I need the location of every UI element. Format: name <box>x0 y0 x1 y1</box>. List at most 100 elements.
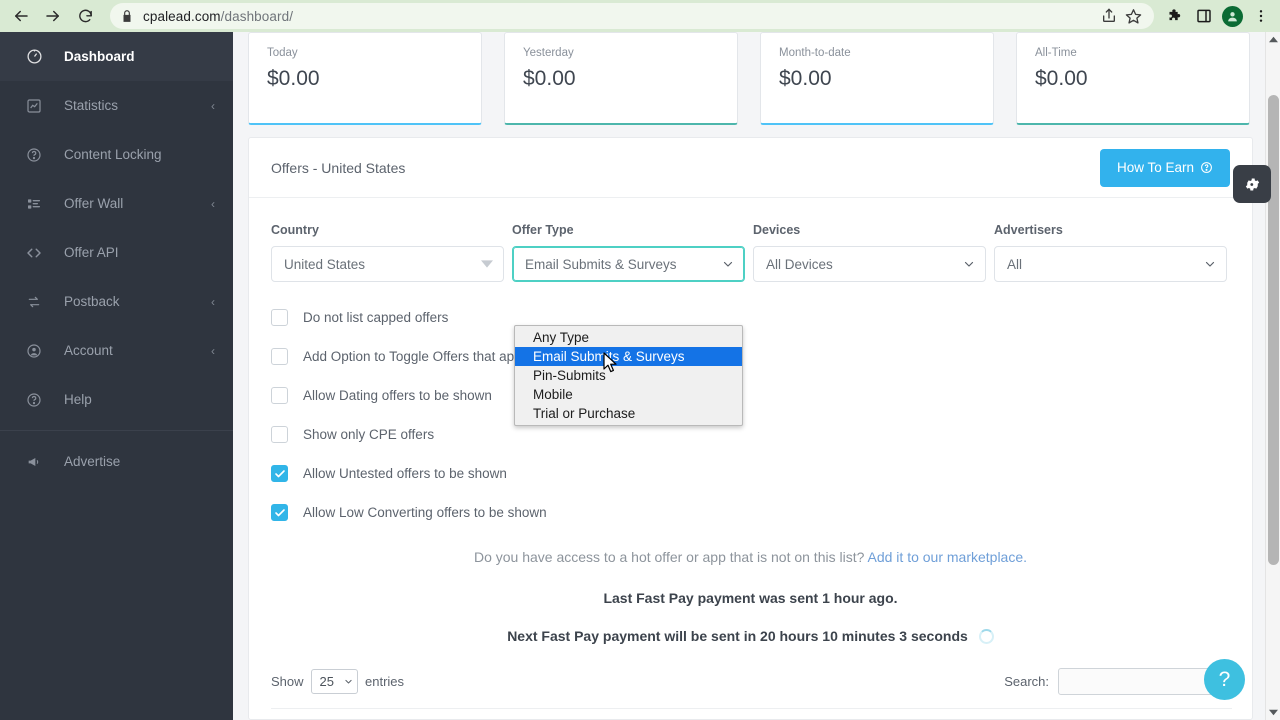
settings-tab-button[interactable] <box>1233 165 1271 203</box>
side-panel-button[interactable] <box>1193 5 1215 27</box>
checkbox-row-capped-offers[interactable]: Do not list capped offers <box>271 298 1230 337</box>
table-divider <box>271 708 1232 709</box>
stat-card-label: Month-to-date <box>779 47 851 59</box>
sidebar-item-label: Content Locking <box>64 147 162 162</box>
sidebar-item-label: Statistics <box>64 98 119 113</box>
checkbox[interactable] <box>271 426 288 443</box>
three-dot-menu-icon <box>1259 10 1263 22</box>
lock-icon <box>123 10 131 22</box>
filter-label: Offer Type <box>512 223 574 237</box>
sidebar-item-dashboard[interactable]: Dashboard <box>0 32 233 81</box>
filter-label: Advertisers <box>994 223 1063 237</box>
dropdown-option-any-type[interactable]: Any Type <box>515 328 742 347</box>
offer-type-select[interactable]: Email Submits & Surveys <box>512 246 745 282</box>
checkbox[interactable] <box>271 387 288 404</box>
checkbox-label: Allow Untested offers to be shown <box>303 466 507 481</box>
browser-toolbar-right <box>1154 5 1280 27</box>
sidebar-item-label: Advertise <box>64 454 121 469</box>
checkbox-label: Allow Dating offers to be shown <box>303 388 492 403</box>
loading-spinner-icon <box>978 628 994 644</box>
filter-country: Country United States <box>271 223 504 282</box>
how-to-earn-button[interactable]: How To Earn <box>1099 148 1230 187</box>
page-scrollbar[interactable] <box>1265 32 1280 720</box>
stat-card-month-to-date: Month-to-date $0.00 <box>760 32 994 125</box>
stat-card-all-time: All-Time $0.00 <box>1016 32 1250 125</box>
chevron-down-icon <box>723 261 733 267</box>
share-button[interactable] <box>1098 5 1120 27</box>
sidebar-item-offer-wall[interactable]: Offer Wall ‹ <box>0 179 233 228</box>
sidebar-item-content-locking[interactable]: Content Locking <box>0 130 233 179</box>
filter-label: Devices <box>753 223 801 237</box>
marketplace-link[interactable]: Add it to our marketplace. <box>868 549 1028 565</box>
devices-select[interactable]: All Devices <box>753 246 986 282</box>
reload-button[interactable] <box>70 2 100 30</box>
marketplace-prompt: Do you have access to a hot offer or app… <box>249 549 1252 565</box>
bookmark-button[interactable] <box>1122 5 1144 27</box>
browser-menu-button[interactable] <box>1250 5 1272 27</box>
forward-button[interactable] <box>38 2 68 30</box>
filter-devices: Devices All Devices <box>753 223 986 282</box>
extensions-button[interactable] <box>1164 5 1186 27</box>
checkbox[interactable] <box>271 465 288 482</box>
url-domain: cpalead.com <box>143 8 221 24</box>
next-fast-pay-row: Next Fast Pay payment will be sent in 20… <box>249 628 1252 644</box>
back-button[interactable] <box>6 2 36 30</box>
entries-select[interactable]: 25 <box>310 669 358 694</box>
checkbox-label: Do not list capped offers <box>303 310 449 325</box>
checkbox[interactable] <box>271 309 288 326</box>
sidebar-item-offer-api[interactable]: Offer API <box>0 228 233 277</box>
filter-advertisers: Advertisers All <box>994 223 1227 282</box>
dropdown-option-email-submits-surveys[interactable]: Email Submits & Surveys <box>515 347 742 366</box>
filter-label: Country <box>271 223 319 237</box>
dropdown-option-pin-submits[interactable]: Pin-Submits <box>515 366 742 385</box>
marketplace-text: Do you have access to a hot offer or app… <box>473 549 868 565</box>
question-mark-icon <box>1200 161 1213 174</box>
back-arrow-icon <box>15 10 28 22</box>
chevron-down-icon <box>481 260 493 268</box>
scroll-up-button[interactable] <box>1266 32 1280 47</box>
checkbox-label: Allow Low Converting offers to be shown <box>303 505 547 520</box>
address-bar[interactable]: cpalead.com/dashboard/ <box>110 3 1154 29</box>
chevron-down-icon <box>1205 261 1215 267</box>
country-select[interactable]: United States <box>271 246 504 282</box>
dropdown-option-mobile[interactable]: Mobile <box>515 385 742 404</box>
gear-icon <box>1245 177 1259 191</box>
checkbox-row-cpe-offers[interactable]: Show only CPE offers <box>271 415 1230 454</box>
entries-label: entries <box>365 674 405 689</box>
stat-card-value: $0.00 <box>523 67 576 90</box>
main-content: Today $0.00 Yesterday $0.00 Month-to-dat… <box>233 32 1271 720</box>
dropdown-option-trial-or-purchase[interactable]: Trial or Purchase <box>515 404 742 423</box>
checkbox-row-untested-offers[interactable]: Allow Untested offers to be shown <box>271 454 1230 493</box>
last-fast-pay-text: Last Fast Pay payment was sent 1 hour ag… <box>603 590 898 606</box>
sidebar-item-advertise[interactable]: Advertise <box>0 437 233 486</box>
help-button[interactable]: ? <box>1204 659 1245 700</box>
chart-icon <box>24 96 44 116</box>
omnibox-actions <box>1098 5 1144 27</box>
scrollbar-thumb[interactable] <box>1268 95 1279 565</box>
checkbox-row-low-converting-offers[interactable]: Allow Low Converting offers to be shown <box>271 493 1230 532</box>
check-icon <box>274 508 285 516</box>
offer-type-select-value: Email Submits & Surveys <box>525 256 677 272</box>
sidebar-item-statistics[interactable]: Statistics ‹ <box>0 81 233 130</box>
offer-type-dropdown[interactable]: Any Type Email Submits & Surveys Pin-Sub… <box>514 325 743 426</box>
how-to-earn-label: How To Earn <box>1116 160 1194 175</box>
puzzle-icon <box>1168 8 1180 20</box>
sidebar-item-help[interactable]: Help <box>0 375 233 424</box>
checkbox-row-dating-offers[interactable]: Allow Dating offers to be shown <box>271 376 1230 415</box>
advertisers-select-value: All <box>1007 256 1023 272</box>
scroll-down-button[interactable] <box>1266 705 1280 720</box>
check-icon <box>274 469 285 477</box>
checkbox-row-toggle-offers[interactable]: Add Option to Toggle Offers that app <box>271 337 1230 376</box>
sidebar-item-account[interactable]: Account ‹ <box>0 326 233 375</box>
stat-cards-row: Today $0.00 Yesterday $0.00 Month-to-dat… <box>248 32 1253 126</box>
checkbox[interactable] <box>271 504 288 521</box>
checkbox[interactable] <box>271 348 288 365</box>
megaphone-icon <box>24 452 44 472</box>
sidebar-item-postback[interactable]: Postback ‹ <box>0 277 233 326</box>
advertisers-select[interactable]: All <box>994 246 1227 282</box>
offers-panel: Offers - United States How To Earn Count… <box>248 137 1271 720</box>
show-entries-group: Show 25 entries <box>271 669 404 694</box>
profile-avatar-icon <box>1228 11 1237 21</box>
filters-row: Country United States Offer Type Email S… <box>249 198 1252 282</box>
avatar[interactable] <box>1222 5 1243 27</box>
